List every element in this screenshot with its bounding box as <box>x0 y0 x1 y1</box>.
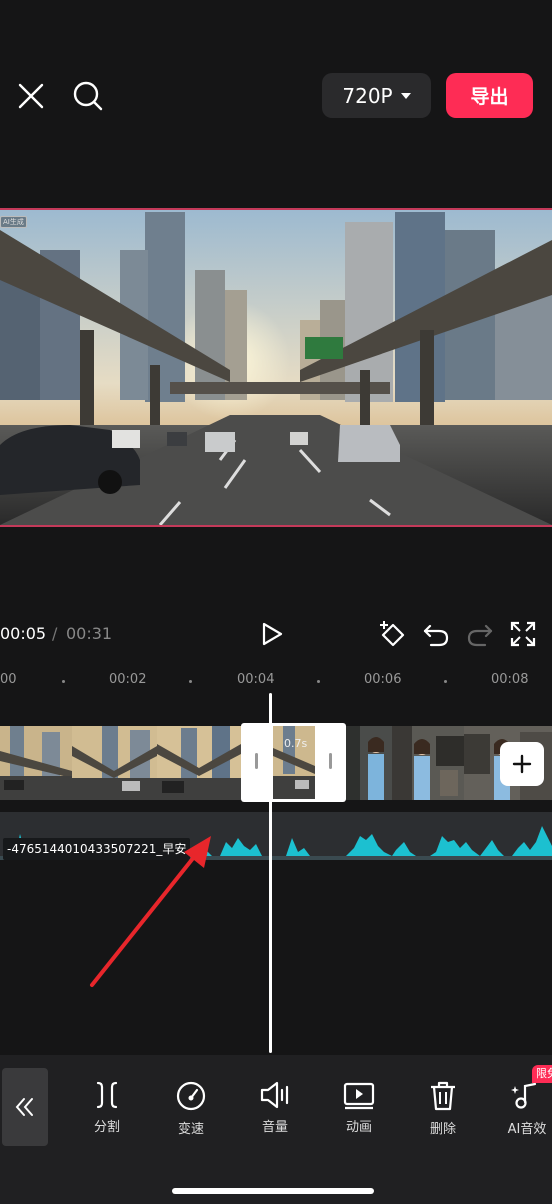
undo-button[interactable] <box>420 618 452 650</box>
ruler-tick <box>444 680 447 683</box>
tool-delete[interactable]: 删除 <box>403 1080 483 1137</box>
split-icon <box>96 1081 118 1109</box>
resolution-label: 720P <box>342 83 393 108</box>
tool-label: 删除 <box>429 1122 456 1137</box>
redo-icon <box>467 624 493 647</box>
fullscreen-button[interactable] <box>508 618 538 650</box>
ruler-label: 00:04 <box>237 672 275 687</box>
preview-image <box>0 210 552 525</box>
tool-label: 分割 <box>93 1120 120 1135</box>
animation-icon <box>343 1082 375 1110</box>
double-chevron-left-icon <box>15 1098 33 1116</box>
tool-volume[interactable]: 音量 <box>235 1080 315 1135</box>
tool-label: 音量 <box>261 1120 288 1135</box>
ruler-tick <box>317 680 320 683</box>
ai-sound-icon <box>511 1082 537 1109</box>
tool-label: AI音效 <box>507 1122 547 1137</box>
clip-duration: 0.7s <box>284 737 308 750</box>
trim-handle-left[interactable] <box>255 753 258 769</box>
trim-handle-right[interactable] <box>329 753 332 769</box>
tool-animation[interactable]: 动画 <box>319 1080 399 1135</box>
export-button[interactable]: 导出 <box>446 73 533 118</box>
caret-down-icon <box>400 92 411 99</box>
tool-label: 变速 <box>177 1122 204 1137</box>
search-icon <box>73 81 103 111</box>
speed-icon <box>176 1081 206 1111</box>
volume-icon <box>260 1081 289 1109</box>
ruler-label: 00:06 <box>364 672 402 687</box>
collapse-toolbar-button[interactable] <box>2 1068 48 1146</box>
play-button[interactable] <box>256 618 288 650</box>
close-icon <box>18 83 44 109</box>
close-button[interactable] <box>14 79 48 113</box>
home-indicator[interactable] <box>172 1188 374 1194</box>
playhead[interactable] <box>269 693 272 1053</box>
ruler-tick <box>189 680 192 683</box>
ruler-label: 00 <box>0 672 17 687</box>
delete-icon <box>431 1081 455 1111</box>
time-separator: / <box>52 624 58 643</box>
keyframe-button[interactable] <box>376 618 408 650</box>
tool-ai-sound[interactable]: AI音效 <box>487 1080 552 1137</box>
tool-split[interactable]: 分割 <box>67 1080 147 1135</box>
ai-generated-tag: AI生成 <box>0 216 27 228</box>
ruler-label: 00:02 <box>109 672 147 687</box>
ruler-tick <box>62 680 65 683</box>
plus-icon <box>512 754 532 774</box>
video-thumbnail <box>157 726 241 800</box>
video-thumbnail <box>72 726 157 800</box>
selected-video-clip[interactable] <box>241 723 346 802</box>
add-clip-button[interactable] <box>500 742 544 786</box>
keyframe-add-icon <box>380 621 405 647</box>
video-preview[interactable]: AI生成 <box>0 208 552 527</box>
tool-speed[interactable]: 变速 <box>151 1080 231 1137</box>
total-time: 00:31 <box>66 624 113 643</box>
current-time: 00:05 <box>0 624 47 643</box>
tool-label: 动画 <box>345 1120 372 1135</box>
video-thumbnail <box>346 726 392 800</box>
play-icon <box>262 622 283 646</box>
ruler-label: 00:08 <box>491 672 529 687</box>
search-button[interactable] <box>70 78 106 114</box>
redo-button[interactable] <box>464 618 496 650</box>
undo-icon <box>423 624 449 647</box>
video-thumbnail <box>392 726 464 800</box>
resolution-dropdown[interactable]: 720P <box>322 73 431 118</box>
video-thumbnail <box>0 726 72 800</box>
fullscreen-icon <box>510 621 536 647</box>
annotation-arrow <box>90 836 211 987</box>
free-badge: 限免 <box>532 1065 552 1083</box>
